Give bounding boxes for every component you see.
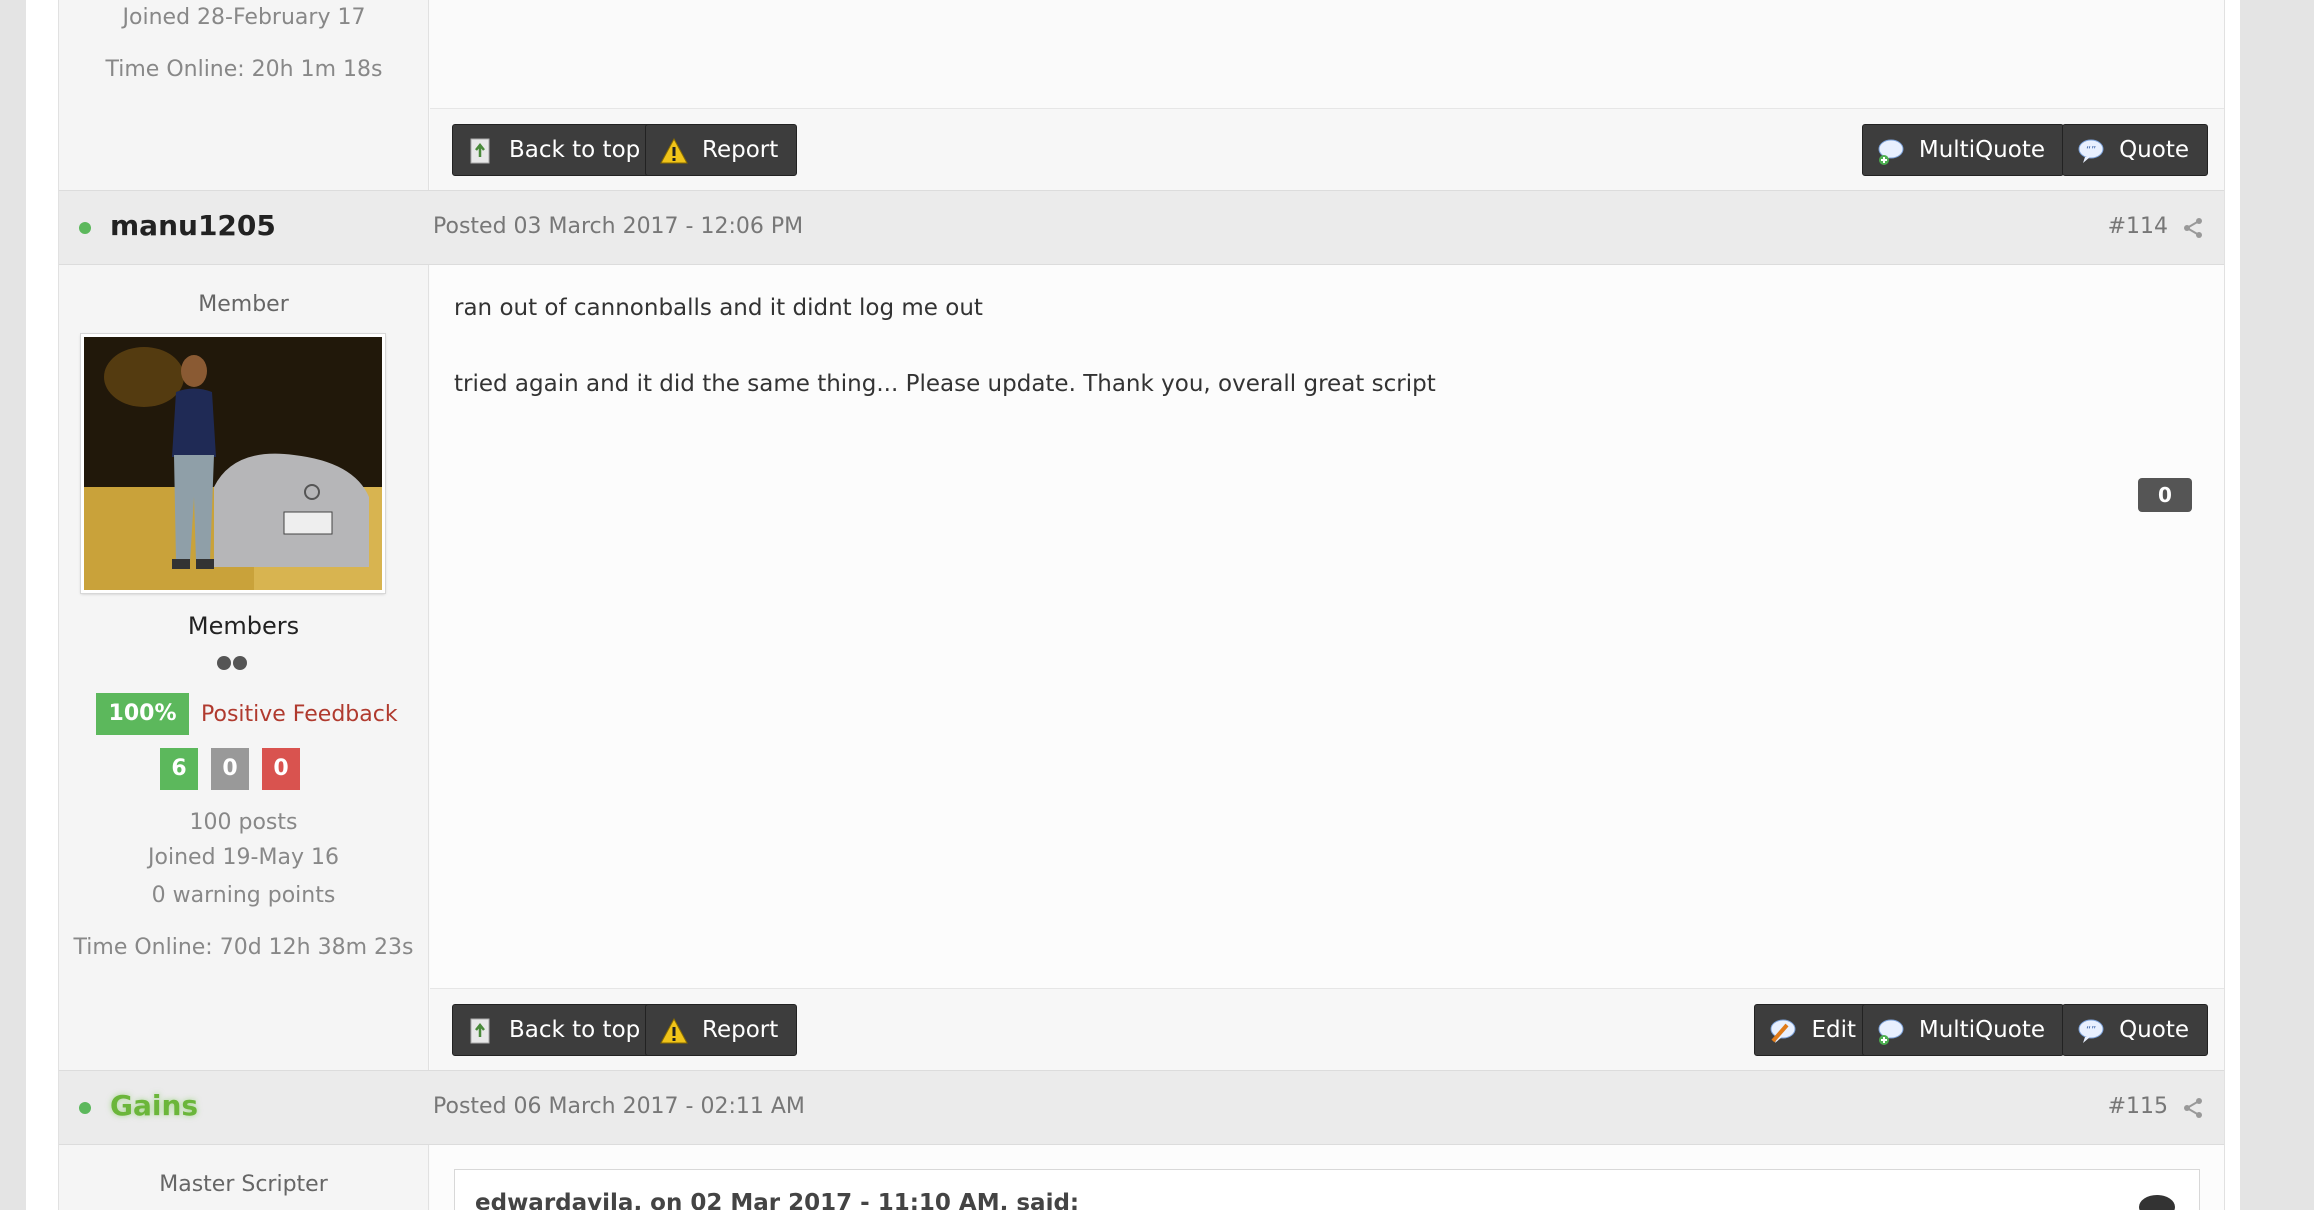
- report-button[interactable]: Report: [645, 1004, 798, 1056]
- feedback-percent-badge: 100%: [96, 693, 189, 735]
- quote-citation: edwardavila, on 02 Mar 2017 - 11:10 AM, …: [475, 1190, 1080, 1210]
- warning-points: 0 warning points: [151, 883, 336, 908]
- quote-label: Quote: [2119, 1017, 2189, 1043]
- positive-feedback-count[interactable]: 6: [160, 748, 198, 790]
- post-number-link[interactable]: #114: [2108, 214, 2168, 239]
- author-name-link[interactable]: Gains: [110, 1089, 198, 1122]
- svg-text:“”: “”: [2086, 1025, 2096, 1036]
- post-content: ran out of cannonballs and it didnt log …: [430, 265, 2224, 988]
- warning-icon: [660, 137, 688, 164]
- quote-bubble-icon: [2139, 1195, 2175, 1210]
- prev-joined: Joined 28-February 17: [122, 5, 366, 30]
- multiquote-icon: [1878, 1019, 1904, 1045]
- joined-date: Joined 19-May 16: [148, 845, 339, 870]
- post-number-link[interactable]: #115: [2108, 1094, 2168, 1119]
- posted-date: Posted 03 March 2017 - 12:06 PM: [433, 214, 804, 239]
- post-header: manu1205 Posted 03 March 2017 - 12:06 PM…: [59, 190, 2224, 265]
- neutral-feedback-count[interactable]: 0: [211, 748, 249, 790]
- reputation-count[interactable]: 0: [2138, 478, 2192, 512]
- quote-block: edwardavila, on 02 Mar 2017 - 11:10 AM, …: [454, 1169, 2200, 1210]
- post-text-line: ran out of cannonballs and it didnt log …: [454, 295, 983, 321]
- avatar-photo: [84, 337, 382, 590]
- multiquote-icon: [1878, 139, 1904, 165]
- author-sidebar: Master Scripter: [59, 1145, 429, 1210]
- quote-button[interactable]: “” Quote: [2062, 124, 2208, 176]
- back-to-top-label: Back to top: [509, 137, 641, 163]
- quote-icon: “”: [2078, 139, 2104, 163]
- online-status-icon: [79, 222, 91, 234]
- multiquote-label: MultiQuote: [1918, 137, 2045, 163]
- edit-button[interactable]: Edit: [1754, 1004, 1875, 1056]
- back-to-top-icon: [470, 138, 490, 164]
- share-icon[interactable]: [2182, 217, 2204, 239]
- author-name-link[interactable]: manu1205: [110, 209, 276, 242]
- quote-icon: “”: [2078, 1019, 2104, 1043]
- member-title: Master Scripter: [159, 1172, 328, 1197]
- report-button[interactable]: Report: [645, 124, 798, 176]
- edit-label: Edit: [1811, 1017, 1856, 1043]
- post-header: Gains Posted 06 March 2017 - 02:11 AM #1…: [59, 1070, 2224, 1145]
- post-count: 100 posts: [189, 810, 298, 835]
- online-status-icon: [79, 1102, 91, 1114]
- multiquote-button[interactable]: MultiQuote: [1861, 1004, 2064, 1056]
- post-content: edwardavila, on 02 Mar 2017 - 11:10 AM, …: [430, 1145, 2224, 1210]
- quote-label: Quote: [2119, 137, 2189, 163]
- post-text-line: tried again and it did the same thing...…: [454, 371, 1436, 397]
- negative-feedback-count[interactable]: 0: [262, 748, 300, 790]
- prev-post-actions: Back to top Report MultiQuote “” Quote: [430, 108, 2224, 190]
- report-label: Report: [702, 137, 779, 163]
- svg-text:“”: “”: [2086, 145, 2096, 156]
- back-to-top-label: Back to top: [509, 1017, 641, 1043]
- prev-time-online: Time Online: 20h 1m 18s: [105, 57, 383, 82]
- avatar[interactable]: [81, 334, 385, 593]
- multiquote-label: MultiQuote: [1918, 1017, 2045, 1043]
- back-to-top-button[interactable]: Back to top: [452, 124, 660, 176]
- quote-button[interactable]: “” Quote: [2062, 1004, 2208, 1056]
- member-title: Member: [198, 292, 289, 317]
- author-sidebar: Member Members 100% Positive Feedback 6 …: [59, 265, 429, 1071]
- edit-icon: [1770, 1019, 1796, 1043]
- rank-pips-icon: [217, 656, 251, 670]
- back-to-top-icon: [470, 1018, 490, 1044]
- share-icon[interactable]: [2182, 1097, 2204, 1119]
- warning-icon: [660, 1017, 688, 1044]
- multiquote-button[interactable]: MultiQuote: [1861, 124, 2064, 176]
- member-group: Members: [187, 612, 300, 640]
- posted-date: Posted 06 March 2017 - 02:11 AM: [433, 1094, 805, 1119]
- post-actions: Back to top Report Edit MultiQuote “” Qu…: [430, 988, 2224, 1070]
- back-to-top-button[interactable]: Back to top: [452, 1004, 660, 1056]
- post-list: Joined 28-February 17 Time Online: 20h 1…: [58, 0, 2225, 1210]
- time-online: Time Online: 70d 12h 38m 23s: [73, 935, 414, 960]
- feedback-link[interactable]: Positive Feedback: [201, 702, 398, 727]
- report-label: Report: [702, 1017, 779, 1043]
